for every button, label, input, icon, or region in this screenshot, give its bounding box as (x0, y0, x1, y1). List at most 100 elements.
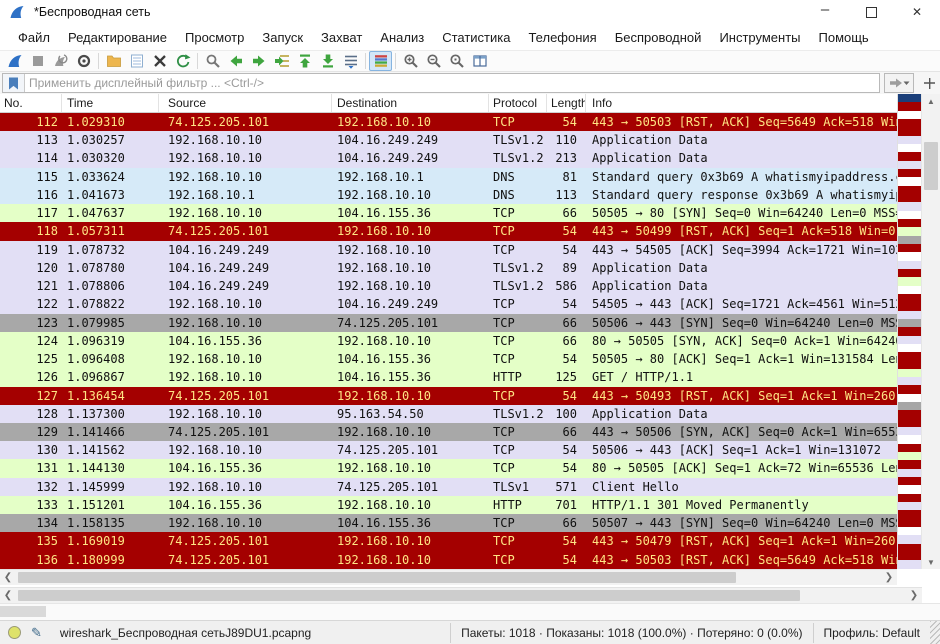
table-row[interactable]: 1191.078732104.16.249.249192.168.10.10TC… (0, 241, 897, 259)
table-row[interactable]: 1231.079985192.168.10.1074.125.205.101TC… (0, 314, 897, 332)
minimize-icon[interactable] (802, 0, 848, 24)
cell-info: Standard query 0x3b69 A whatismyipaddres… (586, 168, 897, 186)
capture-comment-icon[interactable]: ✎ (31, 625, 42, 641)
zoom-out-icon[interactable] (422, 51, 445, 71)
profile-selector[interactable]: Профиль: Default (813, 623, 931, 643)
menu-item-10[interactable]: Инструменты (710, 26, 809, 49)
table-row[interactable]: 1281.137300192.168.10.1095.163.54.50TLSv… (0, 405, 897, 423)
vertical-scroll-track[interactable] (922, 108, 940, 555)
table-row[interactable]: 1221.078822192.168.10.10104.16.249.249TC… (0, 295, 897, 313)
table-row[interactable]: 1161.041673192.168.10.1192.168.10.10DNS1… (0, 186, 897, 204)
menu-item-4[interactable]: Запуск (253, 26, 312, 49)
scroll-right-icon[interactable]: ❯ (881, 570, 897, 586)
table-row[interactable]: 1121.02931074.125.205.101192.168.10.10TC… (0, 113, 897, 131)
auto-scroll-icon[interactable] (339, 51, 362, 71)
scroll-left-icon-2[interactable]: ❮ (0, 588, 16, 604)
horizontal-scrollbar-detail[interactable]: ❮ ❯ (0, 587, 922, 603)
table-row[interactable]: 1361.18099974.125.205.101192.168.10.10TC… (0, 551, 897, 569)
menu-item-11[interactable]: Помощь (810, 26, 878, 49)
column-header-time[interactable]: Time (62, 94, 159, 112)
reload-file-icon[interactable] (171, 51, 194, 71)
vertical-scroll-thumb[interactable] (924, 142, 938, 190)
cell-src: 104.16.155.36 (159, 496, 332, 514)
close-file-icon[interactable] (148, 51, 171, 71)
table-row[interactable]: 1271.13645474.125.205.101192.168.10.10TC… (0, 387, 897, 405)
menu-item-2[interactable]: Редактирование (59, 26, 176, 49)
table-row[interactable]: 1201.078780104.16.249.249192.168.10.10TL… (0, 259, 897, 277)
hscroll-track-2[interactable] (16, 588, 906, 603)
table-row[interactable]: 1131.030257192.168.10.10104.16.249.249TL… (0, 131, 897, 149)
cell-src: 104.16.249.249 (159, 241, 332, 259)
menu-item-9[interactable]: Беспроводной (606, 26, 711, 49)
menu-item-1[interactable]: Файл (9, 26, 59, 49)
menu-item-5[interactable]: Захват (312, 26, 371, 49)
scroll-down-icon[interactable]: ▼ (922, 555, 940, 569)
colorize-icon[interactable] (369, 51, 392, 71)
packet-minimap-scrollbar[interactable] (897, 94, 921, 569)
go-forward-icon[interactable] (247, 51, 270, 71)
table-row[interactable]: 1351.16901974.125.205.101192.168.10.10TC… (0, 532, 897, 550)
column-header-length[interactable]: Length (547, 94, 586, 112)
minimap-band (898, 402, 921, 410)
hscroll-track-1[interactable] (16, 570, 881, 585)
table-row[interactable]: 1261.096867192.168.10.10104.16.155.36HTT… (0, 368, 897, 386)
menu-item-8[interactable]: Телефония (519, 26, 605, 49)
add-filter-button[interactable] (920, 73, 938, 93)
table-row[interactable]: 1251.096408192.168.10.10104.16.155.36TCP… (0, 350, 897, 368)
go-bottom-icon[interactable] (316, 51, 339, 71)
zoom-in-icon[interactable] (399, 51, 422, 71)
table-row[interactable]: 1331.151201104.16.155.36192.168.10.10HTT… (0, 496, 897, 514)
scroll-up-icon[interactable]: ▲ (922, 94, 940, 108)
column-header-protocol[interactable]: Protocol (489, 94, 547, 112)
column-header-info[interactable]: Info (586, 94, 897, 112)
table-row[interactable]: 1291.14146674.125.205.101192.168.10.10TC… (0, 423, 897, 441)
table-row[interactable]: 1311.144130104.16.155.36192.168.10.10TCP… (0, 459, 897, 477)
maximize-icon[interactable] (848, 0, 894, 24)
scroll-right-icon-2[interactable]: ❯ (906, 588, 922, 604)
minimap-band (898, 119, 921, 127)
resize-columns-icon[interactable] (468, 51, 491, 71)
table-row[interactable]: 1301.141562192.168.10.1074.125.205.101TC… (0, 441, 897, 459)
capture-options-icon[interactable] (72, 51, 95, 71)
start-capture-icon[interactable] (3, 51, 26, 71)
cell-time: 1.137300 (62, 405, 159, 423)
find-packet-icon[interactable] (201, 51, 224, 71)
restart-capture-icon[interactable] (49, 51, 72, 71)
cell-no: 116 (0, 186, 62, 204)
display-filter-input[interactable] (25, 74, 879, 92)
save-file-icon[interactable] (125, 51, 148, 71)
table-row[interactable]: 1171.047637192.168.10.10104.16.155.36TCP… (0, 204, 897, 222)
apply-filter-button[interactable] (884, 73, 914, 93)
scroll-left-icon[interactable]: ❮ (0, 570, 16, 586)
horizontal-scrollbar-list[interactable]: ❮ ❯ (0, 569, 897, 585)
resize-grip[interactable] (930, 621, 940, 644)
go-back-icon[interactable] (224, 51, 247, 71)
hscroll-thumb-1[interactable] (18, 572, 736, 583)
table-row[interactable]: 1321.145999192.168.10.1074.125.205.101TL… (0, 478, 897, 496)
apply-filter-dropdown-icon[interactable] (903, 81, 910, 86)
expert-info-icon[interactable] (8, 626, 21, 639)
menu-item-6[interactable]: Анализ (371, 26, 433, 49)
open-file-icon[interactable] (102, 51, 125, 71)
vertical-scrollbar[interactable]: ▲ ▼ (921, 94, 940, 569)
column-header-source[interactable]: Source (159, 94, 332, 112)
table-row[interactable]: 1211.078806104.16.249.249192.168.10.10TL… (0, 277, 897, 295)
go-top-icon[interactable] (293, 51, 316, 71)
table-row[interactable]: 1151.033624192.168.10.10192.168.10.1DNS8… (0, 168, 897, 186)
column-header-destination[interactable]: Destination (332, 94, 489, 112)
column-header-no[interactable]: No. (0, 94, 62, 112)
menu-item-3[interactable]: Просмотр (176, 26, 253, 49)
cell-dst: 192.168.10.10 (332, 222, 489, 240)
table-row[interactable]: 1341.158135192.168.10.10104.16.155.36TCP… (0, 514, 897, 532)
zoom-original-icon[interactable] (445, 51, 468, 71)
hscroll-thumb-2[interactable] (18, 590, 800, 601)
go-to-packet-icon[interactable] (270, 51, 293, 71)
cell-no: 130 (0, 441, 62, 459)
table-row[interactable]: 1181.05731174.125.205.101192.168.10.10TC… (0, 222, 897, 240)
stop-capture-icon[interactable] (26, 51, 49, 71)
menu-item-7[interactable]: Статистика (433, 26, 519, 49)
close-icon[interactable] (894, 0, 940, 24)
filter-bookmark-icon[interactable] (3, 74, 25, 92)
table-row[interactable]: 1241.096319104.16.155.36192.168.10.10TCP… (0, 332, 897, 350)
table-row[interactable]: 1141.030320192.168.10.10104.16.249.249TL… (0, 149, 897, 167)
